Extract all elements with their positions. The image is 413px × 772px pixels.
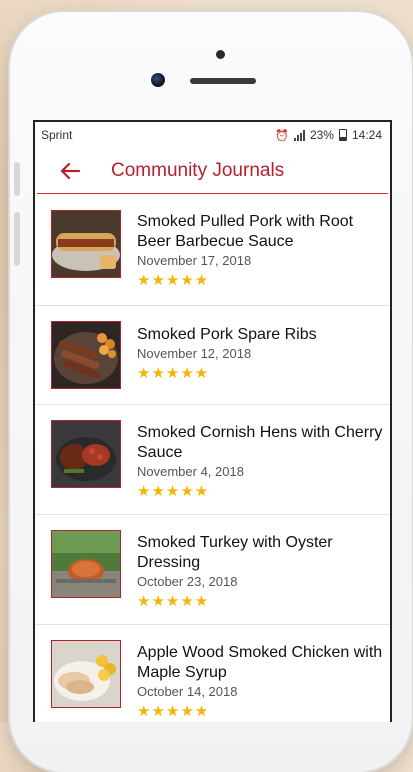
front-camera — [151, 73, 165, 87]
journal-date: November 12, 2018 — [137, 346, 252, 361]
journal-thumbnail — [51, 640, 121, 708]
rating-stars: ★★★★★ — [137, 702, 210, 720]
journal-text: Smoked Cornish Hens with Cherry Sauce No… — [137, 423, 384, 499]
journal-title: Smoked Pulled Pork with Root Beer Barbec… — [137, 213, 354, 250]
rating-stars: ★★★★★ — [137, 592, 210, 610]
journal-thumbnail — [51, 321, 121, 389]
volume-button — [14, 162, 20, 196]
journal-item[interactable]: Smoked Cornish Hens with Cherry Sauce No… — [35, 405, 390, 515]
journal-title: Apple Wood Smoked Chicken with Maple Syr… — [137, 644, 383, 681]
app-bar: Community Journals — [37, 148, 388, 194]
proximity-sensor — [216, 50, 225, 59]
journal-thumbnail — [51, 210, 121, 278]
rating-stars: ★★★★★ — [137, 271, 210, 289]
journal-title: Smoked Turkey with Oyster Dressing — [137, 534, 333, 571]
journal-item[interactable]: Smoked Pulled Pork with Root Beer Barbec… — [35, 196, 390, 306]
volume-button-lower — [14, 212, 20, 266]
journal-list: Smoked Pulled Pork with Root Beer Barbec… — [35, 196, 390, 722]
status-icons: ⏰ 23% 14:24 — [275, 128, 382, 142]
status-bar: Sprint ⏰ 23% 14:24 — [35, 122, 390, 148]
arrow-left-icon — [60, 162, 81, 179]
journal-text: Smoked Pulled Pork with Root Beer Barbec… — [137, 212, 384, 288]
journal-date: November 4, 2018 — [137, 464, 244, 479]
journal-text: Smoked Pork Spare Ribs November 12, 2018… — [137, 325, 384, 381]
battery-icon — [338, 129, 347, 141]
journal-title: Smoked Pork Spare Ribs — [137, 326, 317, 343]
journal-date: November 17, 2018 — [137, 253, 252, 268]
back-button[interactable] — [59, 160, 81, 182]
journal-thumbnail — [51, 420, 121, 488]
journal-item[interactable]: Apple Wood Smoked Chicken with Maple Syr… — [35, 625, 390, 722]
clock: 14:24 — [351, 128, 382, 142]
rating-stars: ★★★★★ — [137, 482, 210, 500]
signal-icon — [293, 129, 305, 141]
rating-stars: ★★★★★ — [137, 364, 210, 382]
earpiece-speaker — [190, 78, 256, 84]
alarm-icon: ⏰ — [275, 129, 289, 142]
journal-thumbnail — [51, 530, 121, 598]
journal-item[interactable]: Smoked Turkey with Oyster Dressing Octob… — [35, 515, 390, 625]
battery-percent: 23% — [309, 128, 334, 142]
carrier-name: Sprint — [41, 128, 73, 142]
journal-date: October 23, 2018 — [137, 574, 238, 589]
journal-text: Apple Wood Smoked Chicken with Maple Syr… — [137, 643, 384, 719]
journal-title: Smoked Cornish Hens with Cherry Sauce — [137, 424, 383, 461]
journal-date: October 14, 2018 — [137, 684, 238, 699]
journal-text: Smoked Turkey with Oyster Dressing Octob… — [137, 533, 384, 609]
page-title: Community Journals — [111, 159, 285, 181]
app-screen: Sprint ⏰ 23% 14:24 Community Journals Sm… — [33, 120, 392, 722]
journal-item[interactable]: Smoked Pork Spare Ribs November 12, 2018… — [35, 306, 390, 405]
